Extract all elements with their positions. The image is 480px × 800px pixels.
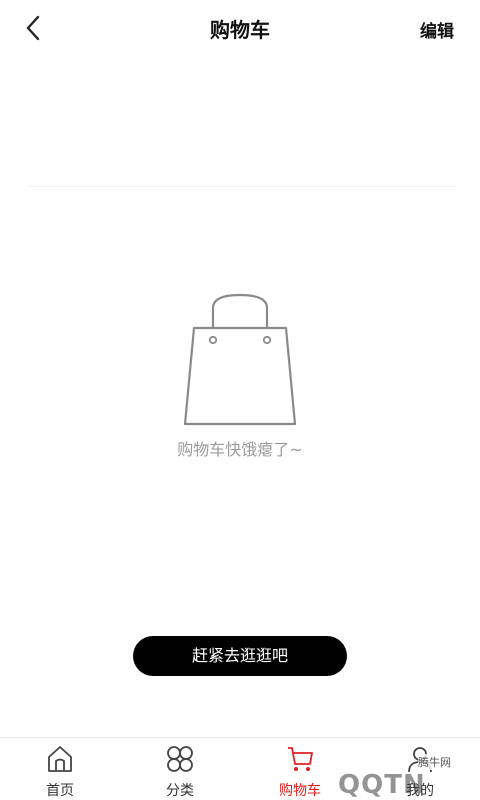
edit-button[interactable]: 编辑 [420, 17, 454, 42]
category-icon [167, 746, 193, 772]
tab-category[interactable]: 分类 [120, 738, 240, 800]
shopping-bag-icon [183, 293, 297, 426]
tab-home-label: 首页 [46, 783, 74, 799]
tab-category-label: 分类 [166, 783, 194, 799]
watermark-text: 腾牛网 [418, 754, 451, 770]
tab-home[interactable]: 首页 [0, 738, 120, 800]
watermark: 腾牛网 QQTN [268, 748, 480, 800]
empty-cart-message: 购物车快饿瘪了~ [177, 440, 303, 459]
watermark-logo: QQTN [338, 770, 426, 800]
home-icon [48, 746, 72, 772]
page-title: 购物车 [210, 18, 270, 42]
top-bar: 购物车 编辑 [0, 0, 480, 56]
divider [28, 186, 456, 187]
go-shopping-button[interactable]: 赶紧去逛逛吧 [133, 636, 347, 676]
